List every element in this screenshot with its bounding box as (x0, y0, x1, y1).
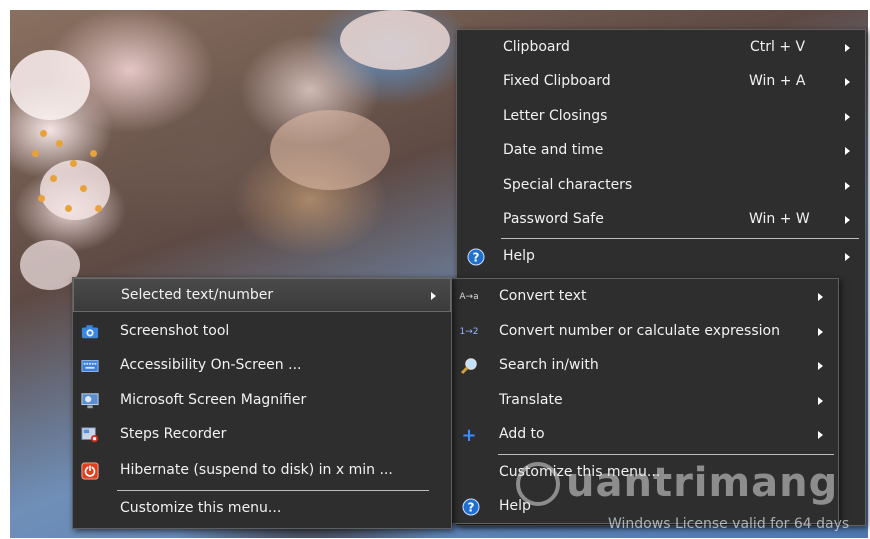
menu-item-label: Convert text (499, 288, 587, 304)
menu-item-label: Selected text/number (121, 287, 274, 303)
menu-item-label: Date and time (503, 142, 604, 158)
menu-item-label: Customize this menu... (120, 500, 282, 516)
chevron-right-icon (845, 253, 850, 261)
quick-launch-menu: Selected text/number Screenshot tool Acc… (72, 277, 452, 529)
menu-item-clipboard[interactable]: Clipboard Ctrl + V (457, 31, 865, 65)
help-icon: ? (467, 248, 485, 266)
plus-icon: + (461, 424, 477, 446)
menu-item-special-characters[interactable]: Special characters (457, 169, 865, 203)
blossom (10, 50, 90, 120)
menu-item-convert-text[interactable]: A→a Convert text (452, 280, 838, 314)
shortcut-label: Ctrl + V (750, 39, 806, 55)
menu-item-label: Help (503, 248, 535, 264)
svg-text:?: ? (468, 501, 475, 515)
blossom (270, 110, 390, 190)
menu-item-label: Steps Recorder (120, 426, 227, 442)
menu-item-accessibility-keyboard[interactable]: Accessibility On-Screen ... (73, 349, 451, 383)
chevron-right-icon (845, 113, 850, 121)
convert-number-icon: 1→2 (459, 327, 479, 337)
menu-item-label: Translate (499, 392, 563, 408)
menu-item-date-and-time[interactable]: Date and time (457, 134, 865, 168)
blossom (340, 10, 450, 70)
keyboard-icon (81, 357, 99, 375)
chevron-right-icon (845, 147, 850, 155)
chevron-right-icon (845, 78, 850, 86)
menu-item-screenshot-tool[interactable]: Screenshot tool (73, 315, 451, 349)
chevron-right-icon (845, 44, 850, 52)
menu-item-password-safe[interactable]: Password Safe Win + W (457, 203, 865, 237)
chevron-right-icon (818, 328, 823, 336)
chevron-right-icon (818, 397, 823, 405)
chevron-right-icon (818, 362, 823, 370)
menu-item-translate[interactable]: Translate (452, 384, 838, 418)
menu-item-label: Fixed Clipboard (503, 73, 611, 89)
blossom (20, 240, 80, 290)
license-notice: Windows License valid for 64 days (608, 516, 850, 532)
menu-item-customize[interactable]: Customize this menu... (73, 492, 451, 526)
watermark-logo (516, 462, 560, 506)
power-icon (81, 462, 99, 480)
convert-text-icon: A→a (459, 292, 479, 302)
shortcut-label: Win + A (749, 73, 806, 89)
menu-item-convert-number[interactable]: 1→2 Convert number or calculate expressi… (452, 315, 838, 349)
menu-item-label: Password Safe (503, 211, 604, 227)
menu-separator (117, 490, 429, 491)
menu-item-label: Convert number or calculate expression (499, 323, 780, 339)
magnifier-monitor-icon (81, 392, 99, 410)
chevron-right-icon (818, 431, 823, 439)
menu-item-search-in-with[interactable]: Search in/with (452, 349, 838, 383)
menu-separator (501, 238, 859, 239)
camera-icon (81, 323, 99, 341)
watermark-text: uantrimang (566, 460, 839, 506)
help-icon: ? (462, 498, 480, 516)
menu-item-label: Letter Closings (503, 108, 608, 124)
svg-text:?: ? (473, 251, 480, 265)
menu-item-label: Screenshot tool (120, 323, 230, 339)
menu-item-help[interactable]: ? Help (457, 240, 865, 274)
menu-separator (498, 454, 834, 455)
menu-item-label: Accessibility On-Screen ... (120, 357, 302, 373)
menu-item-label: Clipboard (503, 39, 570, 55)
chevron-right-icon (818, 293, 823, 301)
shortcut-label: Win + W (749, 211, 810, 227)
menu-item-hibernate[interactable]: Hibernate (suspend to disk) in x min ... (73, 454, 451, 488)
menu-item-selected-text-number[interactable]: Selected text/number (73, 278, 451, 312)
menu-item-label: Hibernate (suspend to disk) in x min ... (120, 462, 393, 478)
menu-item-letter-closings[interactable]: Letter Closings (457, 100, 865, 134)
steps-recorder-icon (81, 426, 99, 444)
menu-item-label: Search in/with (499, 357, 599, 373)
chevron-right-icon (431, 292, 436, 300)
menu-item-label: Add to (499, 426, 545, 442)
search-icon (460, 357, 478, 375)
menu-item-label: Microsoft Screen Magnifier (120, 392, 307, 408)
menu-item-steps-recorder[interactable]: Steps Recorder (73, 418, 451, 452)
menu-item-label: Special characters (503, 177, 633, 193)
menu-item-screen-magnifier[interactable]: Microsoft Screen Magnifier (73, 384, 451, 418)
menu-item-fixed-clipboard[interactable]: Fixed Clipboard Win + A (457, 65, 865, 99)
chevron-right-icon (845, 216, 850, 224)
chevron-right-icon (845, 182, 850, 190)
menu-item-add-to[interactable]: + Add to (452, 418, 838, 452)
